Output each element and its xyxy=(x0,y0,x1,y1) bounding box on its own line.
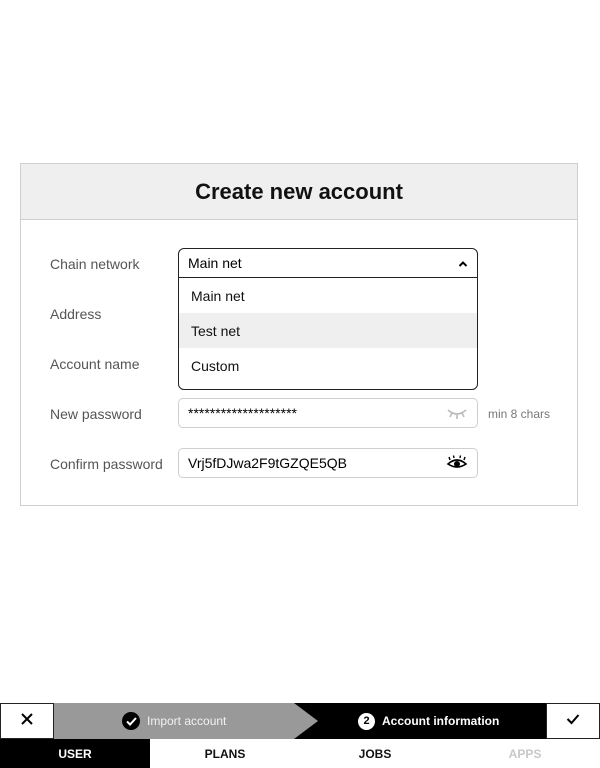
step-import-account[interactable]: Import account xyxy=(54,703,318,739)
step-account-information: 2 Account information xyxy=(358,703,499,739)
chain-network-select[interactable]: Main net Main net Test net Custom xyxy=(178,248,478,390)
cancel-button[interactable] xyxy=(0,703,54,739)
tab-plans[interactable]: PLANS xyxy=(150,739,300,768)
tab-user[interactable]: USER xyxy=(0,739,150,768)
confirm-button[interactable] xyxy=(546,703,600,739)
new-password-value: ******************** xyxy=(188,405,297,421)
chain-network-value: Main net xyxy=(188,255,242,271)
chain-network-label: Chain network xyxy=(50,256,140,272)
create-account-card: Create new account Chain network Address… xyxy=(20,163,578,506)
chain-network-selected[interactable]: Main net xyxy=(179,249,477,278)
option-test-net[interactable]: Test net xyxy=(179,313,477,348)
tab-jobs[interactable]: JOBS xyxy=(300,739,450,768)
bottom-tabs: USER PLANS JOBS APPS xyxy=(0,739,600,768)
confirm-password-label: Confirm password xyxy=(50,456,163,472)
account-name-label: Account name xyxy=(50,356,140,372)
close-icon xyxy=(20,712,34,731)
address-label: Address xyxy=(50,306,102,322)
eye-closed-icon[interactable] xyxy=(446,405,468,421)
confirm-password-field[interactable]: Vrj5fDJwa2F9tGZQE5QB xyxy=(178,448,478,478)
step-number-badge: 2 xyxy=(358,712,375,730)
wizard-steps: Import account 2 Account information xyxy=(54,703,546,739)
tab-apps: APPS xyxy=(450,739,600,768)
option-main-net[interactable]: Main net xyxy=(179,278,477,313)
eye-open-icon[interactable] xyxy=(446,455,468,471)
step-import-account-label: Import account xyxy=(147,714,227,728)
password-hint: min 8 chars xyxy=(488,407,551,421)
wizard-bar: Import account 2 Account information xyxy=(0,703,600,739)
page-title: Create new account xyxy=(195,178,403,204)
option-custom[interactable]: Custom xyxy=(179,348,477,383)
confirm-password-value: Vrj5fDJwa2F9tGZQE5QB xyxy=(188,455,347,471)
step-account-information-label: Account information xyxy=(382,714,500,728)
check-icon xyxy=(566,712,580,730)
card-header: Create new account xyxy=(21,164,577,220)
new-password-field[interactable]: ******************** xyxy=(178,398,478,428)
new-password-label: New password xyxy=(50,406,142,422)
chevron-up-icon xyxy=(458,255,468,271)
check-circle-icon xyxy=(122,712,140,730)
